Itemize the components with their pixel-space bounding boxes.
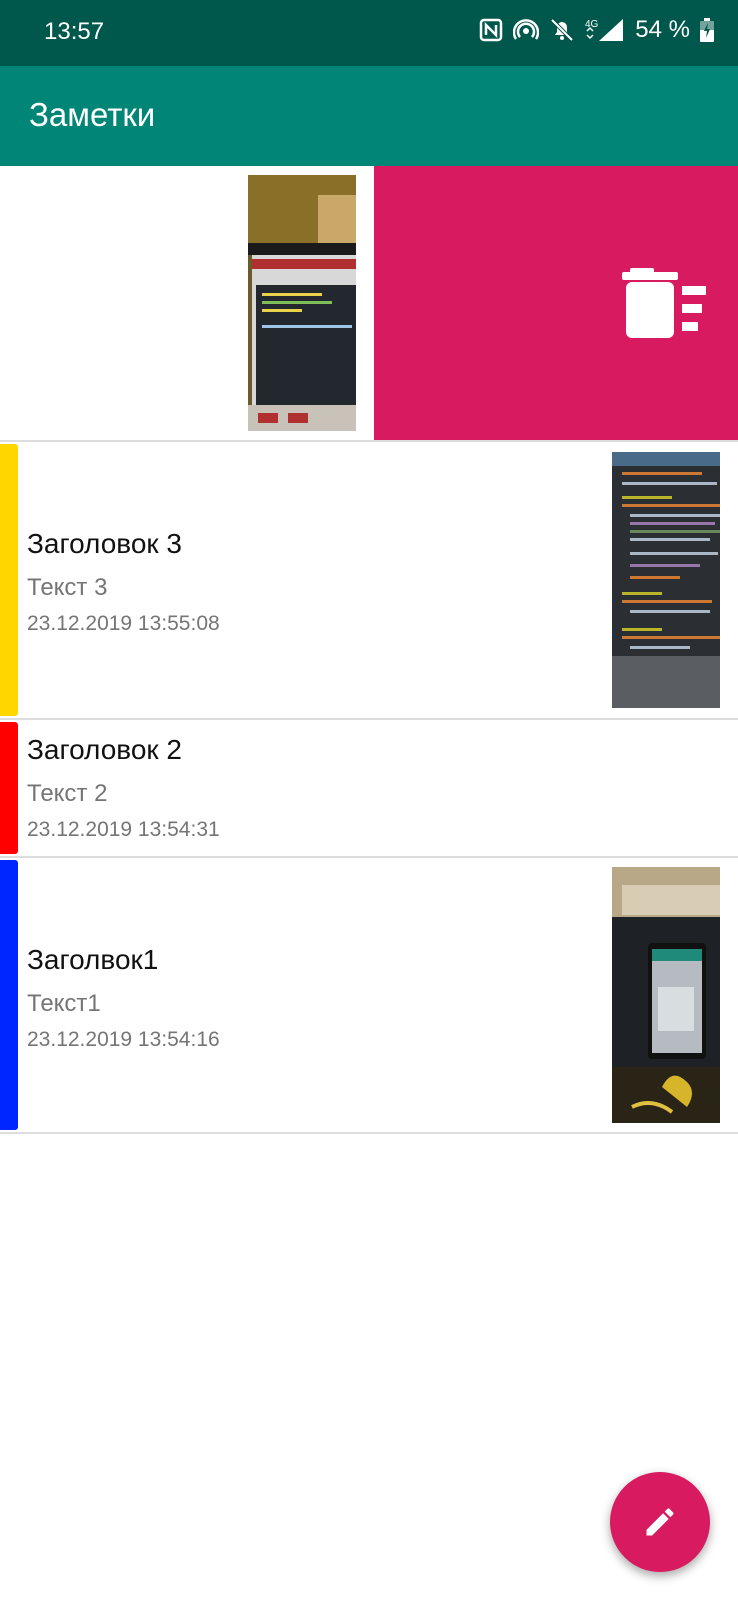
add-note-button[interactable] xyxy=(610,1472,710,1572)
edit-pencil-icon xyxy=(646,1508,674,1536)
swipe-delete-background[interactable] xyxy=(374,166,738,440)
note-color-strip xyxy=(0,444,18,716)
note-thumbnail xyxy=(612,452,720,708)
note-color-strip xyxy=(0,860,18,1130)
nfc-icon xyxy=(479,18,503,42)
bell-off-icon xyxy=(549,17,575,43)
note-text: Текст 2 xyxy=(27,780,108,807)
status-icons: 4G 54 % xyxy=(479,16,714,44)
note-date: 23.12.2019 13:55:08 xyxy=(27,612,220,635)
note-date: 23.12.2019 13:54:16 xyxy=(27,1028,220,1051)
app-bar: Заметки xyxy=(0,66,738,166)
note-color-strip xyxy=(0,722,18,854)
note-list-item[interactable]: Заголовок 2 Текст 2 23.12.2019 13:54:31 xyxy=(0,720,738,858)
note-title: Заголовок 2 xyxy=(27,734,182,765)
note-list-item[interactable]: Заголовок 3 Текст 3 23.12.2019 13:55:08 xyxy=(0,442,738,720)
battery-charging-icon xyxy=(700,18,714,42)
note-title: Заголвок1 xyxy=(27,944,159,975)
swiped-note-row[interactable] xyxy=(0,166,738,442)
battery-level: 54 % xyxy=(635,16,690,43)
note-thumbnail xyxy=(248,175,356,431)
hotspot-icon xyxy=(513,17,540,43)
network-type-label: 4G xyxy=(585,19,599,30)
note-thumbnail xyxy=(612,867,720,1123)
note-text: Текст1 xyxy=(27,990,101,1017)
signal-icon: 4G xyxy=(585,17,625,43)
page-title: Заметки xyxy=(29,96,156,133)
note-list-item[interactable]: Заголвок1 Текст1 23.12.2019 13:54:16 xyxy=(0,858,738,1134)
delete-sweep-icon xyxy=(622,262,706,347)
status-bar: 13:57 4G 54 % xyxy=(0,0,738,66)
note-text: Текст 3 xyxy=(27,574,108,601)
status-time: 13:57 xyxy=(44,18,105,45)
note-date: 23.12.2019 13:54:31 xyxy=(27,818,220,841)
note-title: Заголовок 3 xyxy=(27,528,182,559)
